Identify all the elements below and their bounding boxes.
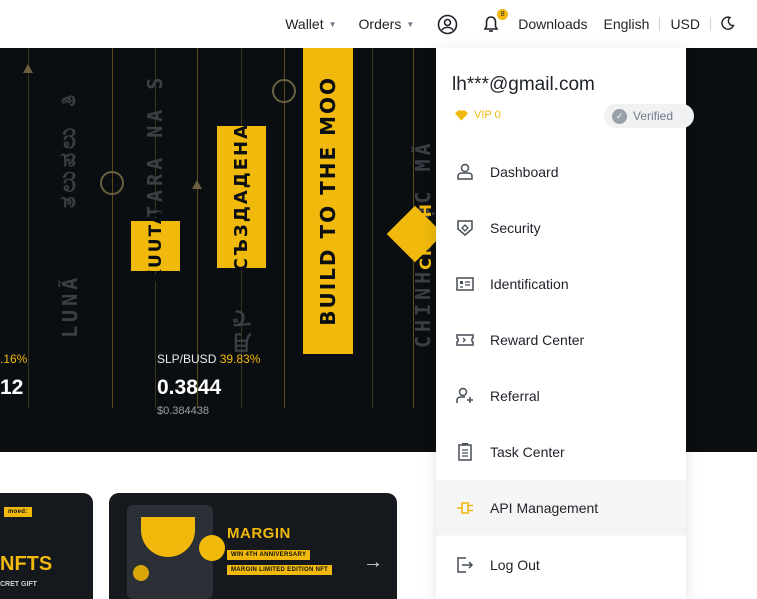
ticker-change: 39.83% (219, 352, 261, 366)
hero-line (28, 48, 29, 408)
card-pill: MARGIN LIMITED EDITION NFT (227, 565, 333, 575)
ticket-icon (454, 329, 476, 351)
moon-icon[interactable] (721, 15, 735, 33)
menu-item-label: API Management (490, 500, 599, 516)
nav-wallet[interactable]: Wallet ▼ (285, 0, 336, 48)
menu-item-label: Task Center (490, 444, 565, 460)
arrowhead-decoration (192, 180, 202, 189)
ticker-pair-label: SLP/BUSD (157, 352, 217, 366)
bowl-graphic (141, 517, 195, 557)
top-navigation: Wallet ▼ Orders ▼ 8 Downloads English US… (0, 0, 757, 48)
card-title: NFTS (0, 553, 53, 575)
hero-tag-kuuta: KUUTA (131, 209, 180, 283)
circle-decoration (272, 79, 296, 103)
profile-icon[interactable] (436, 13, 458, 35)
account-dropdown: lh***@gmail.com VIP 0 ✓ Verified Dashboa… (436, 48, 694, 599)
coin-graphic (133, 565, 149, 581)
ticker-pair: .16% (0, 352, 27, 366)
hero-faded-text: ತಲುಪಲು ತಿ (56, 90, 81, 208)
notification-badge: 8 (496, 8, 510, 21)
shield-icon (454, 217, 476, 239)
menu-item-identification[interactable]: Identification (436, 256, 686, 312)
menu-item-label: Dashboard (490, 164, 559, 180)
menu-item-label: Security (490, 220, 541, 236)
page: ತಲುಪಲು ತಿ LUNÃ TARA NA S 月で CHINH PHỤC M… (0, 0, 757, 599)
margin-illustration (127, 505, 225, 599)
id-card-icon (454, 273, 476, 295)
verified-label: Verified (633, 109, 674, 123)
caret-down-icon: ▼ (328, 19, 337, 29)
nav-orders[interactable]: Orders ▼ (359, 0, 415, 48)
card-pill: moed: (4, 507, 32, 517)
hero-tag-build: BUILD TO THE MOO (303, 48, 353, 354)
nav-orders-label: Orders (358, 16, 402, 32)
circle-decoration (100, 171, 124, 195)
menu-item-api-management[interactable]: API Management (436, 480, 686, 536)
nav-language[interactable]: English (604, 16, 650, 32)
ticker-change: .16% (0, 352, 28, 366)
verified-badge: ✓ Verified (604, 104, 694, 128)
nav-downloads[interactable]: Downloads (518, 16, 587, 32)
vip-badge[interactable]: VIP 0 (454, 109, 501, 121)
card-pill: WIN 4TH ANNIVERSARY (227, 550, 311, 560)
card-subtitle: CRET GIFT (0, 581, 37, 588)
arrowhead-decoration (23, 64, 33, 73)
vip-label: VIP 0 (474, 109, 501, 121)
hero-faded-text: LUNÃ (58, 273, 82, 338)
menu-item-referral[interactable]: Referral (436, 368, 686, 424)
ticker-pair[interactable]: SLP/BUSD 39.83% (157, 352, 260, 366)
menu-item-label: Identification (490, 276, 569, 292)
card-title: MARGIN (227, 525, 291, 542)
menu-item-label: Log Out (490, 557, 540, 573)
logout-icon (454, 554, 476, 576)
caret-down-icon: ▼ (406, 19, 415, 29)
hero-line (112, 48, 113, 408)
ticker-usd-value: $0.384438 (157, 405, 209, 417)
menu-item-label: Reward Center (490, 332, 585, 348)
add-user-icon (454, 385, 476, 407)
plug-icon (454, 497, 476, 519)
menu-item-reward-center[interactable]: Reward Center (436, 312, 686, 368)
account-email: lh***@gmail.com (452, 74, 595, 95)
user-icon (454, 161, 476, 183)
menu-divider (436, 529, 686, 530)
menu-item-log-out[interactable]: Log Out (436, 537, 686, 593)
menu-item-task-center[interactable]: Task Center (436, 424, 686, 480)
hero-faded-text: TARA NA S (143, 73, 167, 218)
menu-item-security[interactable]: Security (436, 200, 686, 256)
nav-divider (710, 17, 711, 31)
ticker-price: 0.3844 (157, 376, 222, 399)
bell-icon[interactable]: 8 (480, 8, 510, 35)
diamond-icon (455, 110, 468, 120)
promo-card-margin[interactable]: MARGIN WIN 4TH ANNIVERSARY MARGIN LIMITE… (109, 493, 397, 599)
check-icon: ✓ (612, 108, 627, 124)
nav-divider (659, 17, 661, 31)
chevron-right-icon[interactable]: → (363, 551, 383, 574)
hero-line (372, 48, 373, 408)
nav-currency[interactable]: USD (670, 16, 700, 32)
checklist-icon (454, 441, 476, 463)
menu-item-dashboard[interactable]: Dashboard (436, 144, 686, 200)
ticker-price: 12 (0, 376, 24, 399)
hero-faded-text: 月で (231, 305, 255, 353)
nav-wallet-label: Wallet (285, 16, 324, 32)
menu-item-label: Referral (490, 388, 540, 404)
coin-graphic (199, 535, 225, 561)
hero-tag-chinh: CHINH (415, 202, 435, 270)
hero-tag-sazdadena: СЪЗДАДЕНА (217, 123, 266, 271)
promo-card-nfts[interactable]: moed: NFTS CRET GIFT (0, 493, 93, 599)
